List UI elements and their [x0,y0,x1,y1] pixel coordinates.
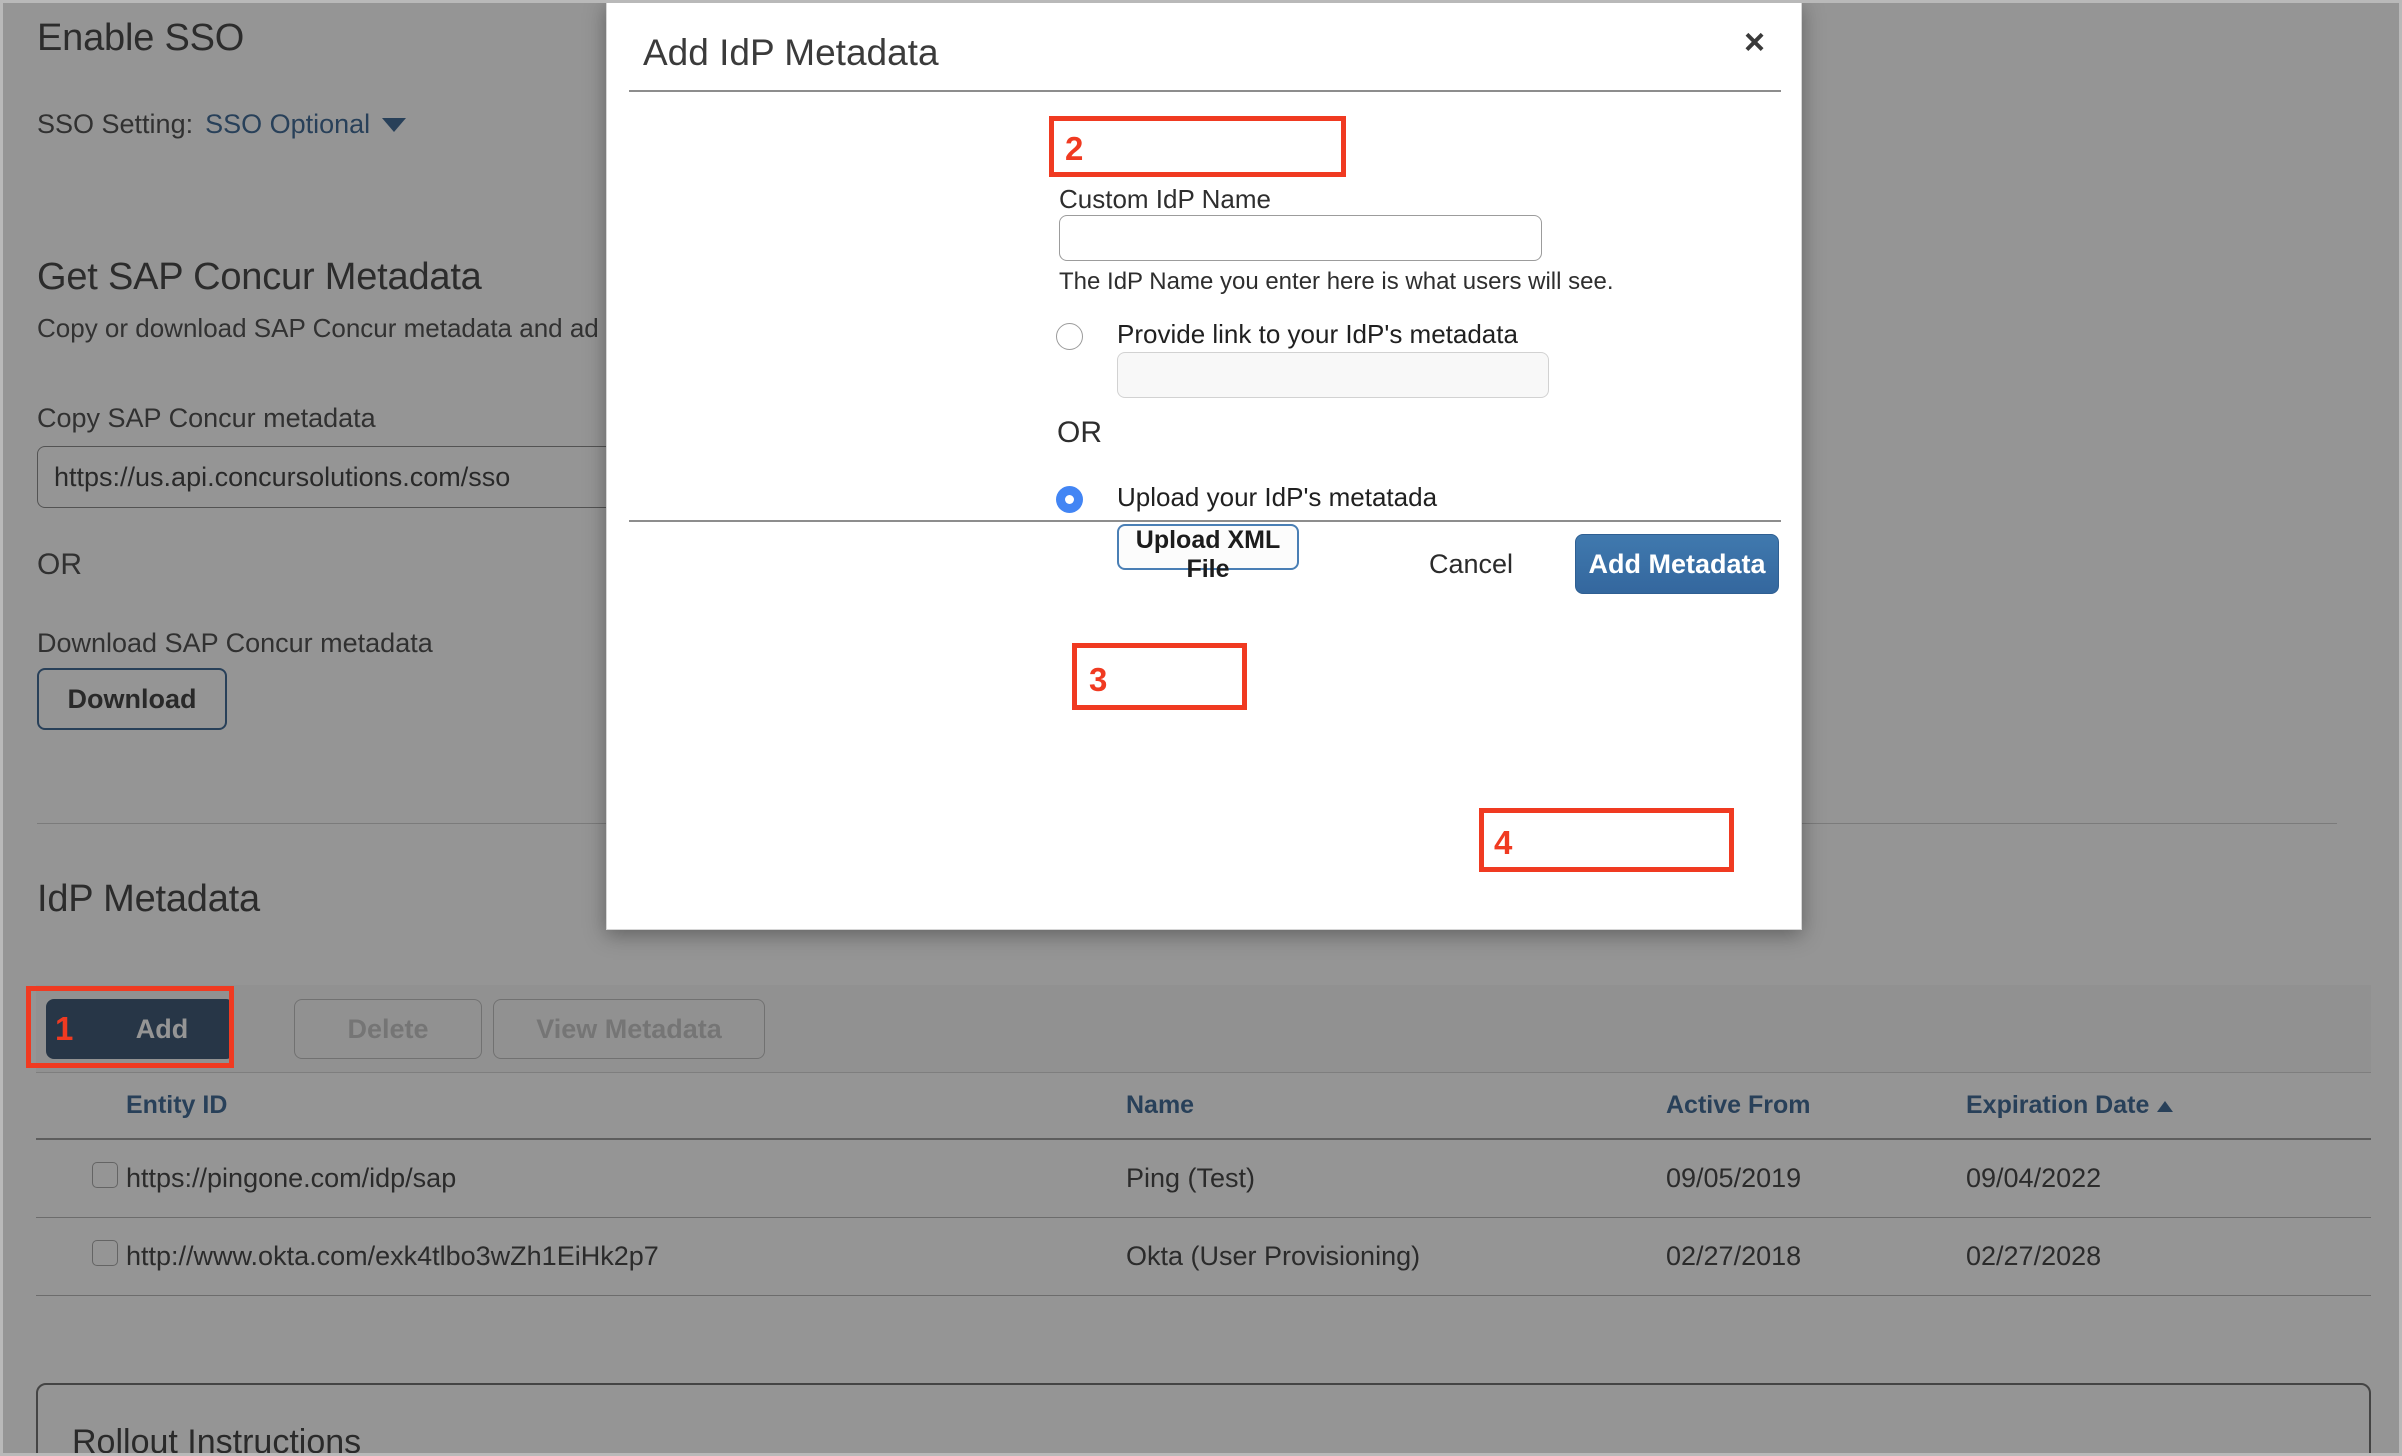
cell-active-from: 09/05/2019 [1666,1139,1966,1218]
cell-entity-id: http://www.okta.com/exk4tlbo3wZh1EiHk2p7 [126,1217,1126,1296]
row-select-cell [36,1217,126,1296]
add-metadata-button[interactable]: Add Metadata [1575,534,1779,594]
idp-metadata-link-input[interactable] [1117,352,1549,398]
column-header-entity-id[interactable]: Entity ID [126,1091,1126,1140]
table-row[interactable]: https://pingone.com/idp/sap Ping (Test) … [36,1139,2371,1218]
chevron-down-icon [382,117,407,132]
radio-upload-metadata-label: Upload your IdP's metatada [1117,482,1438,512]
sort-ascending-icon [2157,1100,2174,1112]
row-select-cell [36,1139,126,1218]
add-button[interactable]: Add [46,999,234,1059]
cancel-button[interactable]: Cancel [1429,549,1513,580]
cell-expiration-date: 02/27/2028 [1966,1217,2371,1296]
annotation-number-1: 1 [55,1010,74,1047]
sso-setting-value: SSO Optional [205,109,371,139]
copy-metadata-label: Copy SAP Concur metadata [37,403,376,433]
annotation-number-4: 4 [1494,824,1513,861]
sso-setting-dropdown[interactable]: SSO Optional [205,109,407,140]
idp-metadata-table: Entity ID Name Active From Expiration Da… [36,1091,2371,1296]
custom-idp-name-input[interactable] [1059,215,1542,261]
cell-name: Okta (User Provisioning) [1126,1217,1666,1296]
get-metadata-description: Copy or download SAP Concur metadata and… [37,313,599,343]
close-icon[interactable]: × [1744,24,1765,60]
upload-xml-file-button[interactable]: Upload XML File [1117,524,1299,583]
view-metadata-button[interactable]: View Metadata [493,999,765,1059]
or-separator-modal: OR [1057,416,1102,449]
cell-expiration-date: 09/04/2022 [1966,1139,2371,1218]
dialog-header: Add IdP Metadata × [607,3,1801,96]
table-header-row: Entity ID Name Active From Expiration Da… [36,1091,2371,1140]
enable-sso-heading: Enable SSO [37,17,245,59]
radio-provide-link-label: Provide link to your IdP's metadata [1117,319,1518,349]
cell-entity-id: https://pingone.com/idp/sap [126,1139,1126,1218]
copy-metadata-url-value: https://us.api.concursolutions.com/sso [54,461,511,492]
download-metadata-label: Download SAP Concur metadata [37,628,433,658]
cell-name: Ping (Test) [1126,1139,1666,1218]
column-header-expiration-date-label: Expiration Date [1966,1091,2150,1119]
app-screen: Enable SSO SSO Setting: SSO Optional Get… [0,0,2402,1456]
rollout-instructions-title: Rollout Instructions [72,1423,362,1453]
annotation-number-3: 3 [1089,661,1108,698]
custom-idp-name-hint: The IdP Name you enter here is what user… [1059,268,1614,295]
radio-provide-link[interactable] [1056,323,1083,350]
download-button[interactable]: Download [37,668,227,730]
annotation-number-2: 2 [1065,130,1084,167]
or-separator-left: OR [37,548,82,581]
delete-button[interactable]: Delete [294,999,482,1059]
column-header-name[interactable]: Name [1126,1091,1666,1140]
dialog-footer-divider [629,520,1781,522]
sso-setting-row: SSO Setting: SSO Optional [37,109,407,140]
table-row[interactable]: http://www.okta.com/exk4tlbo3wZh1EiHk2p7… [36,1217,2371,1296]
column-header-active-from[interactable]: Active From [1666,1091,1966,1140]
radio-upload-metadata[interactable] [1056,486,1083,513]
idp-metadata-heading: IdP Metadata [37,878,260,920]
dialog-header-divider [629,90,1781,92]
rollout-instructions-panel: Rollout Instructions [36,1383,2371,1453]
sso-setting-label: SSO Setting: [37,109,194,139]
custom-idp-name-label: Custom IdP Name [1059,184,1271,214]
row-checkbox[interactable] [92,1162,118,1188]
dialog-footer: Cancel Add Metadata [1429,534,1779,594]
get-sap-concur-metadata-heading: Get SAP Concur Metadata [37,256,482,298]
select-all-header [36,1091,126,1140]
row-checkbox[interactable] [92,1240,118,1266]
add-idp-metadata-dialog: Add IdP Metadata × Custom IdP Name The I… [606,3,1802,930]
dialog-title: Add IdP Metadata [643,32,939,73]
cell-active-from: 02/27/2018 [1666,1217,1966,1296]
column-header-expiration-date[interactable]: Expiration Date [1966,1091,2371,1140]
idp-metadata-toolbar: Add Delete View Metadata [36,985,2371,1073]
